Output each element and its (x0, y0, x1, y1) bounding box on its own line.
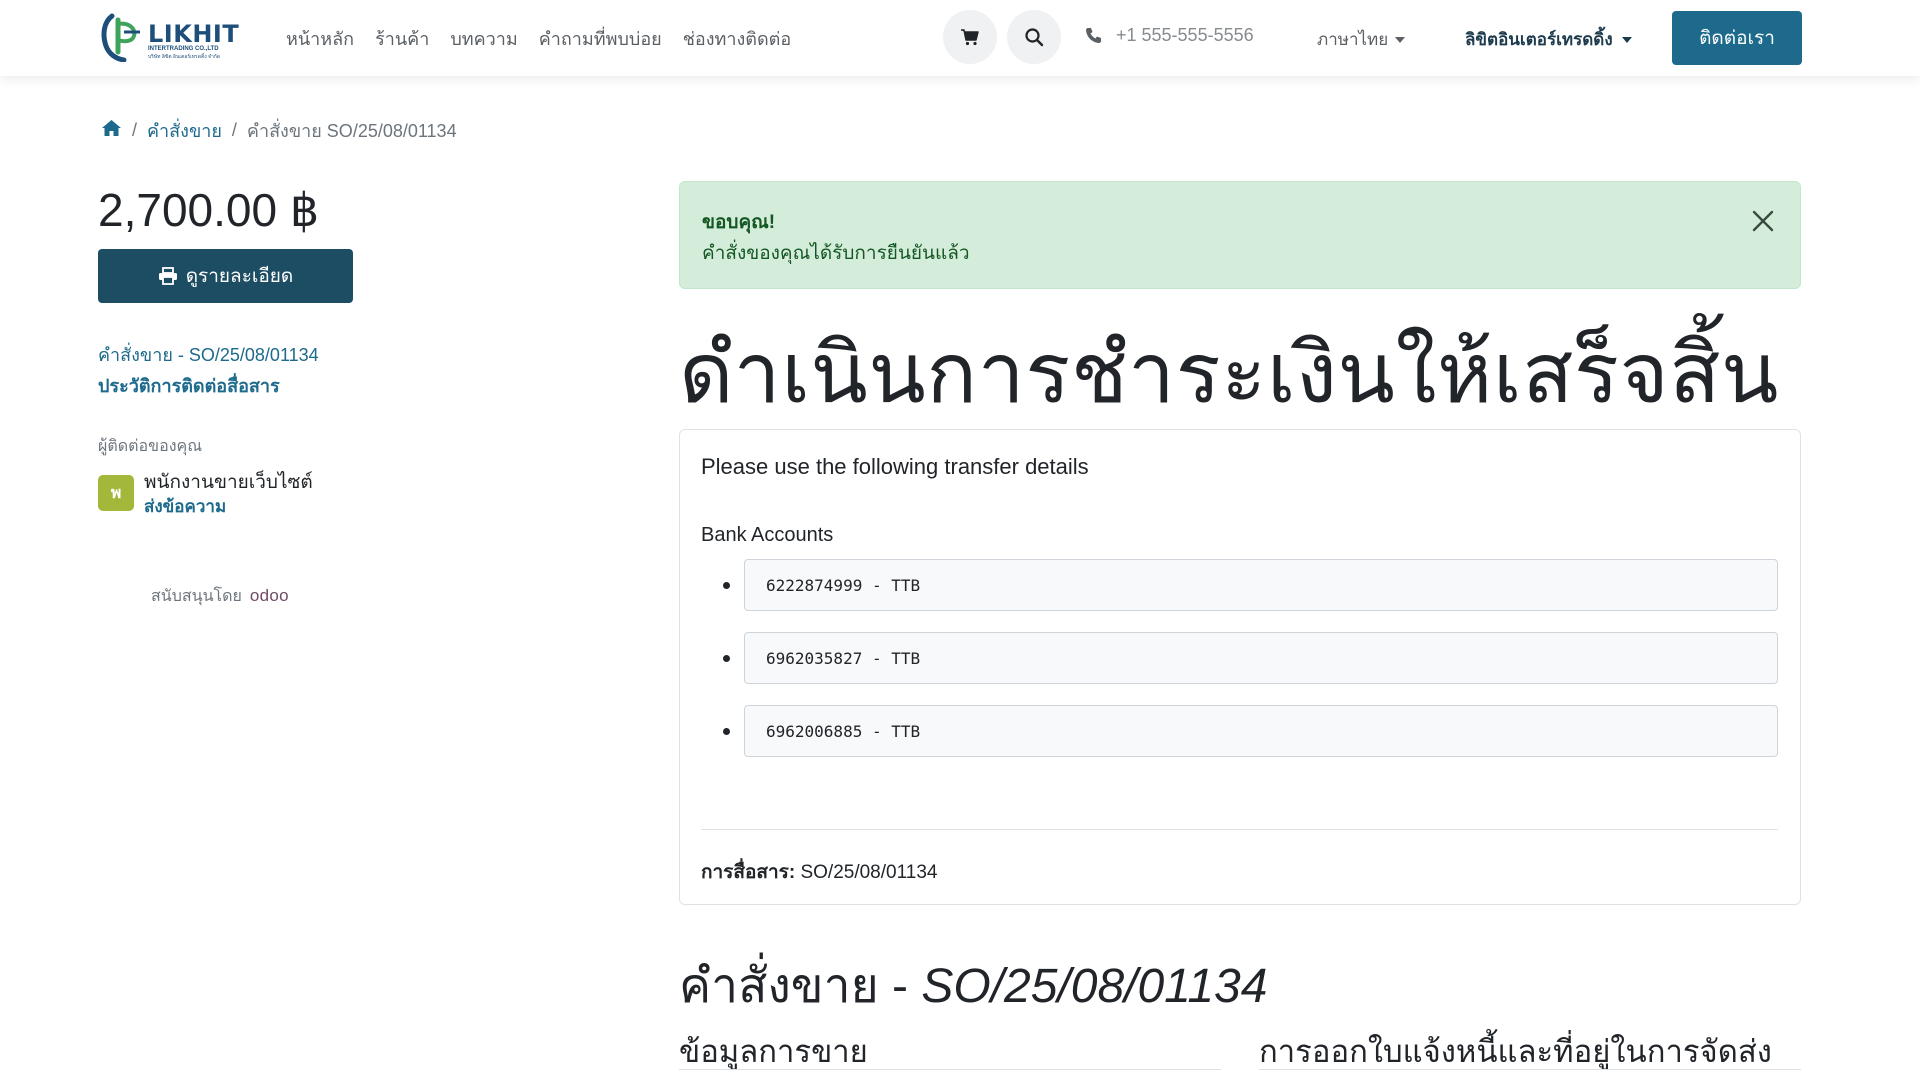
breadcrumb-current: คำสั่งขาย SO/25/08/01134 (246, 121, 457, 141)
divider (679, 1069, 1221, 1070)
brand-sub: INTERTRADING CO.,LTD (148, 46, 219, 52)
cart-button[interactable] (943, 10, 997, 64)
site-header: LIKHIT INTERTRADING CO.,LTD บริษัท ลิขิต… (0, 0, 1920, 76)
contact-us-button[interactable]: ติดต่อเรา (1672, 11, 1802, 65)
communication-value: SO/25/08/01134 (800, 862, 938, 883)
chevron-down-icon (1395, 36, 1406, 43)
brand-sub-th: บริษัท ลิขิต อินเตอร์เทรดดิ้ง จำกัด (148, 54, 221, 60)
send-message-link[interactable]: ส่งข้อความ (144, 493, 226, 520)
list-bullet (723, 728, 730, 735)
communication-reference: การสื่อสาร: SO/25/08/01134 (701, 857, 937, 887)
divider (701, 829, 1778, 830)
page-title: ดำเนินการชำระเงินให้เสร็จสิ้น (679, 326, 1779, 420)
success-alert: ขอบคุณ! คำสั่งของคุณได้รับการยืนยันแล้ว (679, 181, 1801, 289)
view-details-button[interactable]: ดูรายละเอียด (98, 249, 353, 303)
nav-item-blog[interactable]: บทความ (450, 24, 517, 53)
powered-by-label: สนับสนุนโดย (151, 588, 242, 605)
close-icon[interactable] (1746, 204, 1780, 238)
powered-by: สนับสนุนโดย odoo (151, 584, 289, 609)
breadcrumb-orders[interactable]: คำสั่งขาย (147, 116, 222, 145)
contact-label: ผู้ติดต่อของคุณ (98, 438, 203, 455)
bank-account-1[interactable]: 6222874999 - TTB (744, 559, 1778, 611)
company-label: ลิขิตอินเตอร์เทรดดิ้ง (1465, 30, 1613, 49)
breadcrumb-separator: / (132, 120, 138, 140)
search-icon (1025, 28, 1044, 47)
home-icon (102, 120, 121, 136)
alert-message: คำสั่งของคุณได้รับการยืนยันแล้ว (702, 243, 970, 264)
communication-history-link[interactable]: ประวัติการติดต่อสื่อสาร (98, 371, 280, 400)
breadcrumb-home[interactable] (101, 119, 122, 142)
chevron-down-icon (1621, 36, 1632, 43)
nav-item-home[interactable]: หน้าหลัก (286, 24, 354, 53)
search-button[interactable] (1007, 10, 1061, 64)
language-label: ภาษาไทย (1317, 30, 1389, 49)
view-details-label: ดูรายละเอียด (185, 266, 294, 287)
phone-icon (1086, 28, 1101, 43)
brand-logo[interactable]: LIKHIT INTERTRADING CO.,LTD บริษัท ลิขิต… (98, 12, 243, 63)
divider (1259, 1069, 1801, 1070)
transfer-intro: Please use the following transfer detail… (701, 454, 1089, 479)
order-link[interactable]: คำสั่งขาย - SO/25/08/01134 (98, 340, 319, 369)
order-heading-number: SO/25/08/01134 (921, 960, 1268, 1013)
brand-name: LIKHIT (148, 20, 240, 48)
nav-item-shop[interactable]: ร้านค้า (375, 24, 429, 53)
main-nav: หน้าหลัก ร้านค้า บทความ คำถามที่พบบ่อย ช… (286, 24, 791, 53)
nav-item-contact[interactable]: ช่องทางติดต่อ (683, 24, 791, 53)
avatar: พ (98, 475, 134, 511)
bank-account-2[interactable]: 6962035827 - TTB (744, 632, 1778, 684)
logo-mark-icon (101, 13, 140, 63)
order-heading-prefix: คำสั่งขาย - (679, 960, 922, 1013)
alert-title: ขอบคุณ! (702, 212, 776, 233)
order-total: 2,700.00 ฿ (98, 184, 320, 236)
print-icon (158, 267, 177, 285)
language-dropdown[interactable]: ภาษาไทย (1317, 26, 1406, 53)
communication-label: การสื่อสาร: (701, 862, 796, 883)
cart-icon (961, 29, 979, 46)
list-bullet (723, 655, 730, 662)
phone-link[interactable]: +1 555-555-5556 (1085, 25, 1254, 46)
list-bullet (723, 582, 730, 589)
bank-accounts-label: Bank Accounts (701, 524, 834, 546)
nav-item-faq[interactable]: คำถามที่พบบ่อย (539, 24, 662, 53)
order-heading: คำสั่งขาย - SO/25/08/01134 (679, 948, 1267, 1024)
odoo-link[interactable]: odoo (250, 586, 289, 606)
bank-account-3[interactable]: 6962006885 - TTB (744, 705, 1778, 757)
company-dropdown[interactable]: ลิขิตอินเตอร์เทรดดิ้ง (1465, 26, 1632, 53)
breadcrumb-separator: / (231, 120, 237, 140)
transfer-details-card: Please use the following transfer detail… (679, 429, 1801, 905)
breadcrumb: / คำสั่งขาย / คำสั่งขาย SO/25/08/01134 (101, 116, 457, 145)
phone-number: +1 555-555-5556 (1116, 25, 1254, 45)
